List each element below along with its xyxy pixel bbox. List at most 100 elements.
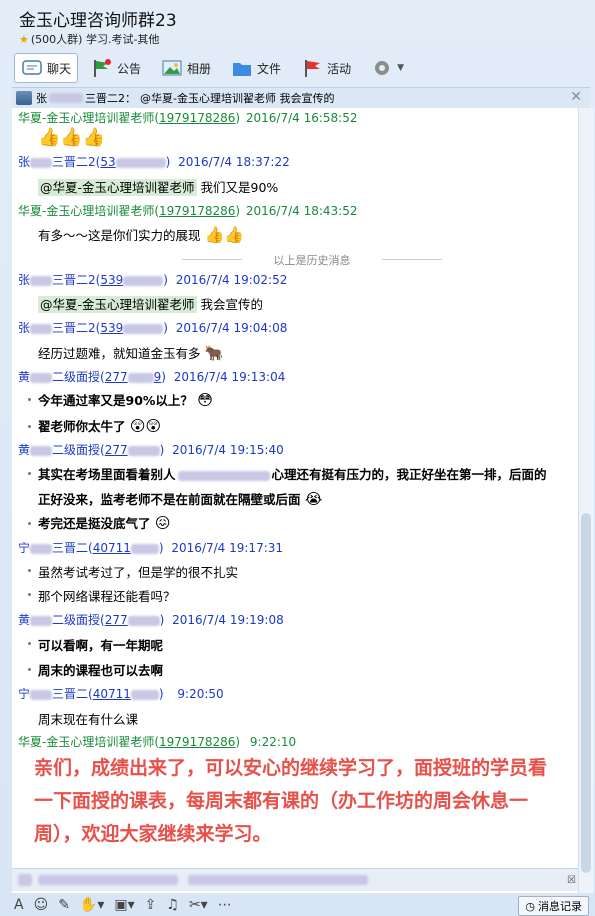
settings-button[interactable]: ▼ bbox=[364, 53, 411, 83]
sender-qq[interactable]: 277 bbox=[105, 370, 128, 384]
shake-icon[interactable]: ✋▾ bbox=[80, 897, 104, 913]
tab-files-label: 文件 bbox=[257, 61, 282, 76]
notice-avatar bbox=[16, 91, 32, 105]
sender-name[interactable]: 黄 bbox=[18, 443, 30, 457]
sender-name[interactable]: 张 bbox=[18, 273, 30, 287]
message-time: 2016/7/4 19:17:31 bbox=[171, 541, 284, 555]
message-body: @华夏-金玉心理培训翟老师 我会宣传的 bbox=[38, 294, 263, 313]
sender-name-tail: 二级面授 bbox=[52, 443, 101, 457]
message-text: 有多～～这是你们实力的展现 bbox=[38, 228, 201, 243]
message-text: 翟老师你太牛了 bbox=[38, 419, 126, 434]
mention[interactable]: @华夏-金玉心理培训翟老师 bbox=[38, 296, 197, 313]
emoji-icon[interactable]: ☺ bbox=[34, 897, 49, 913]
blurred-name bbox=[30, 615, 53, 626]
scissors-icon[interactable]: ✂▾ bbox=[189, 897, 208, 913]
sender-qq[interactable]: 40711 bbox=[93, 687, 131, 701]
notice-text: @华夏-金玉心理培训翟老师 我会宣传的 bbox=[140, 92, 335, 105]
sender-qq[interactable]: 1979178286 bbox=[159, 735, 235, 749]
message-line: 正好没来，监考老师不是在前面就在隔壁或后面 😭 bbox=[38, 489, 322, 508]
scrollbar[interactable] bbox=[578, 108, 594, 893]
pinned-notice-bar[interactable]: 张 三晋二2： @华夏-金玉心理培训翟老师 我会宣传的 ✕ bbox=[12, 87, 590, 109]
bullet bbox=[28, 398, 31, 401]
toolbar: 聊天 公告 相册 文件 活动 ▼ bbox=[14, 52, 411, 84]
message-line: 周末的课程也可以去啊 bbox=[38, 660, 163, 679]
bullet bbox=[28, 569, 31, 572]
message-time: 2016/7/4 18:43:52 bbox=[245, 204, 358, 218]
sender-name[interactable]: 张 bbox=[18, 155, 30, 169]
magic-wand-icon[interactable]: ✎ bbox=[58, 897, 70, 913]
history-divider: 以上是历史消息 bbox=[182, 252, 442, 268]
sender-qq[interactable]: 539 bbox=[100, 273, 123, 287]
message-time: 2016/7/4 18:37:22 bbox=[178, 155, 290, 169]
blurred-name bbox=[30, 689, 53, 700]
tab-announcement[interactable]: 公告 bbox=[84, 53, 148, 83]
red-flag-icon bbox=[305, 60, 321, 77]
blurred-text bbox=[38, 875, 178, 885]
tab-chat[interactable]: 聊天 bbox=[14, 53, 79, 83]
font-icon[interactable]: A bbox=[14, 897, 24, 913]
sender-name-tail: 三晋二2 bbox=[52, 321, 96, 335]
clock-icon: ◷ bbox=[525, 899, 535, 913]
message-history-button[interactable]: ◷ 消息记录 bbox=[518, 896, 589, 916]
sender-qq[interactable]: 1979178286 bbox=[159, 111, 235, 125]
message-line: 可以看啊，有一年期呢 bbox=[38, 635, 163, 654]
message-text: 今年通过率又是90%以上？ bbox=[38, 393, 193, 408]
sender-name[interactable]: 黄 bbox=[18, 370, 30, 384]
blurred-qq bbox=[123, 323, 164, 334]
star-icon: ★ bbox=[19, 32, 29, 46]
message-body: 有多～～这是你们实力的展现 👍👍 bbox=[38, 225, 244, 244]
sender-name-tail: 二级面授 bbox=[52, 613, 101, 627]
more-icon[interactable]: ⋯ bbox=[218, 897, 232, 913]
tab-announcement-label: 公告 bbox=[117, 61, 142, 76]
notice-sender-tail: 三晋二2： bbox=[85, 92, 136, 105]
blurred-qq bbox=[115, 157, 166, 168]
close-icon[interactable]: ✕ bbox=[570, 89, 582, 105]
sender-name[interactable]: 华夏-金玉心理培训翟老师 bbox=[18, 735, 154, 749]
blurred-qq bbox=[127, 372, 154, 383]
message-line: 今年通过率又是90%以上？ 😳 bbox=[38, 390, 213, 409]
scrollbar-thumb[interactable] bbox=[581, 513, 591, 873]
sender-name[interactable]: 张 bbox=[18, 321, 30, 335]
expand-icon[interactable]: ☒ bbox=[567, 875, 576, 886]
sender-qq[interactable]: 539 bbox=[100, 321, 123, 335]
mention[interactable]: @华夏-金玉心理培训翟老师 bbox=[38, 179, 197, 196]
message-header: 宁三晋二(40711) 9:20:50 bbox=[18, 687, 224, 701]
message-body: @华夏-金玉心理培训翟老师 我们又是90% bbox=[38, 177, 278, 196]
sender-qq[interactable]: 277 bbox=[105, 613, 128, 627]
message-text: 可以看啊，有一年期呢 bbox=[38, 638, 164, 653]
sender-name[interactable]: 宁 bbox=[18, 541, 30, 555]
new-message-preview[interactable]: ☒ bbox=[12, 868, 578, 891]
message-text: 正好没来，监考老师不是在前面就在隔壁或后面 bbox=[38, 492, 301, 507]
bullet bbox=[28, 472, 31, 475]
sender-name[interactable]: 华夏-金玉心理培训翟老师 bbox=[18, 204, 154, 218]
message-text: 虽然考试考过了，但是学的很不扎实 bbox=[38, 565, 239, 580]
announcement-message: 亲们，成绩出来了，可以安心的继续学习了，面授班的学员看一下面授的课表，每周末都有… bbox=[34, 757, 548, 845]
chevron-down-icon: ▼ bbox=[397, 63, 404, 73]
tab-files[interactable]: 文件 bbox=[224, 53, 288, 83]
music-icon[interactable]: ♫ bbox=[166, 897, 179, 913]
message-list[interactable]: 华夏-金玉心理培训翟老师(1979178286) 2016/7/4 16:58:… bbox=[12, 108, 578, 893]
sender-name[interactable]: 黄 bbox=[18, 613, 30, 627]
tab-chat-label: 聊天 bbox=[47, 61, 72, 76]
sender-qq[interactable]: 277 bbox=[105, 443, 128, 457]
message-body: 经历过题难，就知道金玉有多 🐂 bbox=[38, 343, 223, 362]
image-icon[interactable]: ▣▾ bbox=[114, 897, 134, 913]
upload-icon[interactable]: ⇪ bbox=[145, 897, 157, 913]
sender-qq[interactable]: 40711 bbox=[93, 541, 131, 555]
sender-name[interactable]: 宁 bbox=[18, 687, 30, 701]
sender-qq[interactable]: 1979178286 bbox=[159, 204, 235, 218]
message-header: 张三晋二2(539) 2016/7/4 19:04:08 bbox=[18, 321, 288, 335]
gear-icon bbox=[375, 61, 390, 75]
sender-name[interactable]: 华夏-金玉心理培训翟老师 bbox=[18, 111, 154, 125]
message-header: 华夏-金玉心理培训翟老师(1979178286) 2016/7/4 16:58:… bbox=[18, 111, 358, 125]
tab-album[interactable]: 相册 bbox=[154, 53, 218, 83]
blurred-qq bbox=[127, 615, 160, 626]
sender-qq[interactable]: 53 bbox=[100, 155, 115, 169]
message-text: 考完还是挺没底气了 bbox=[38, 516, 151, 531]
bullet bbox=[28, 593, 31, 596]
sender-name-tail: 三晋二2 bbox=[52, 155, 96, 169]
shocked-face-icon: 😲😲 bbox=[129, 417, 162, 435]
tab-activity[interactable]: 活动 bbox=[294, 53, 358, 83]
tab-activity-label: 活动 bbox=[327, 61, 352, 76]
album-icon bbox=[162, 60, 182, 76]
